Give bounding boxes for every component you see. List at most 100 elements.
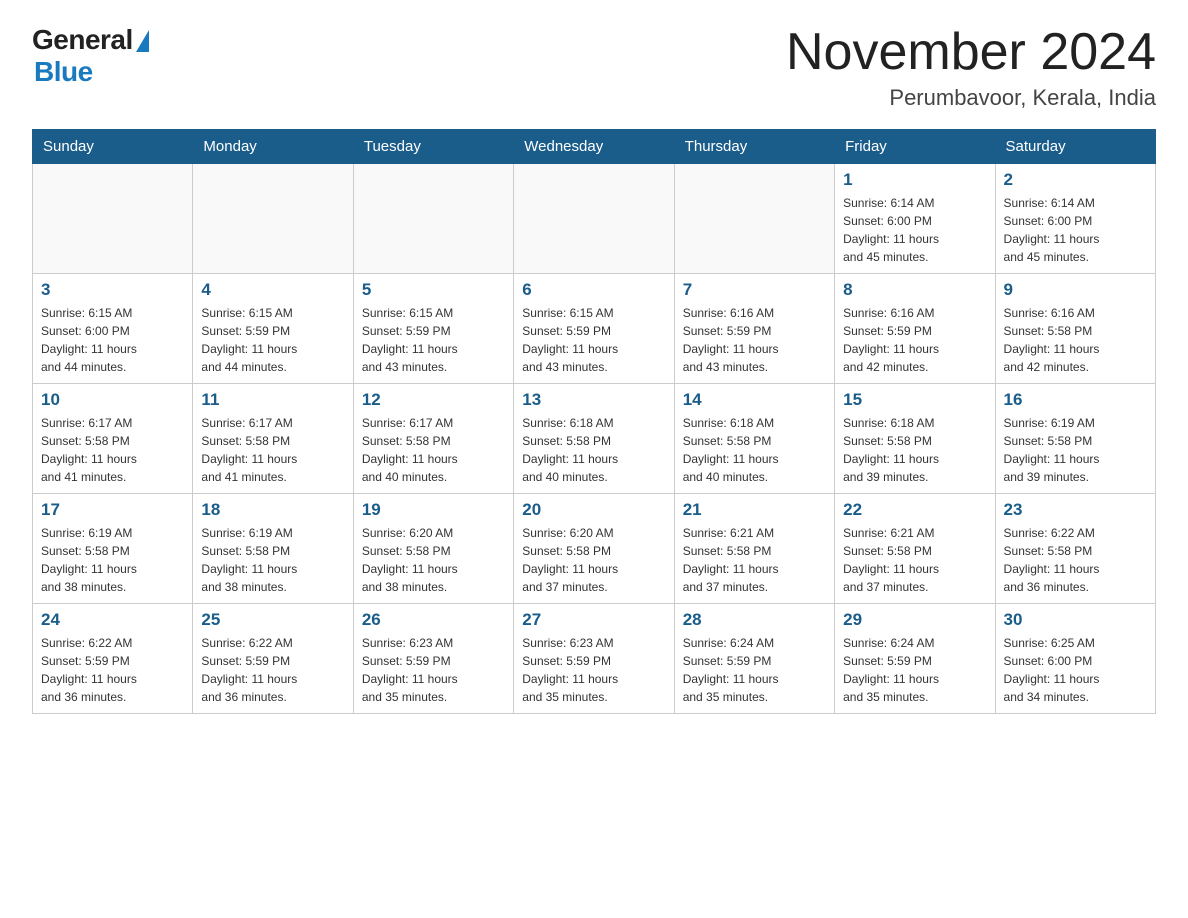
calendar-cell: 13 Sunrise: 6:18 AM Sunset: 5:58 PM Dayli… bbox=[514, 384, 674, 494]
calendar-cell: 19Sunrise: 6:20 AM Sunset: 5:58 PM Dayli… bbox=[353, 494, 513, 604]
calendar-cell: 2Sunrise: 6:14 AM Sunset: 6:00 PM Daylig… bbox=[995, 164, 1155, 274]
header-day-thursday: Thursday bbox=[674, 130, 834, 164]
day-info: Sunrise: 6:24 AM Sunset: 5:59 PM Dayligh… bbox=[843, 634, 986, 706]
calendar-cell: 27 Sunrise: 6:23 AM Sunset: 5:59 PM Dayli… bbox=[514, 604, 674, 714]
day-number: 29 bbox=[843, 610, 986, 630]
calendar-cell bbox=[674, 164, 834, 274]
day-info: Sunrise: 6:23 AM Sunset: 5:59 PM Dayligh… bbox=[522, 634, 665, 706]
calendar-cell: 25Sunrise: 6:22 AM Sunset: 5:59 PM Dayli… bbox=[193, 604, 353, 714]
day-number: 23 bbox=[1004, 500, 1147, 520]
logo: General Blue bbox=[32, 24, 149, 88]
day-info: Sunrise: 6:22 AM Sunset: 5:59 PM Dayligh… bbox=[41, 634, 184, 706]
day-number: 15 bbox=[843, 390, 986, 410]
day-number: 14 bbox=[683, 390, 826, 410]
day-info: Sunrise: 6:19 AM Sunset: 5:58 PM Dayligh… bbox=[41, 524, 184, 596]
day-number: 17 bbox=[41, 500, 184, 520]
logo-triangle-icon bbox=[136, 30, 149, 52]
day-number: 1 bbox=[843, 170, 986, 190]
calendar-cell: 17 Sunrise: 6:19 AM Sunset: 5:58 PM Dayli… bbox=[33, 494, 193, 604]
day-info: Sunrise: 6:20 AM Sunset: 5:58 PM Dayligh… bbox=[522, 524, 665, 596]
day-number: 5 bbox=[362, 280, 505, 300]
calendar-cell: 28 Sunrise: 6:24 AM Sunset: 5:59 PM Dayli… bbox=[674, 604, 834, 714]
day-number: 19 bbox=[362, 500, 505, 520]
day-number: 30 bbox=[1004, 610, 1147, 630]
day-info: Sunrise: 6:15 AM Sunset: 5:59 PM Dayligh… bbox=[362, 304, 505, 376]
day-info: Sunrise: 6:17 AM Sunset: 5:58 PM Dayligh… bbox=[201, 414, 344, 486]
calendar-cell: 3Sunrise: 6:15 AM Sunset: 6:00 PM Daylig… bbox=[33, 274, 193, 384]
header-day-wednesday: Wednesday bbox=[514, 130, 674, 164]
day-number: 12 bbox=[362, 390, 505, 410]
calendar-week-row: 1 Sunrise: 6:14 AM Sunset: 6:00 PM Daylig… bbox=[33, 164, 1156, 274]
calendar-table: SundayMondayTuesdayWednesdayThursdayFrid… bbox=[32, 129, 1156, 714]
day-number: 7 bbox=[683, 280, 826, 300]
calendar-cell: 29 Sunrise: 6:24 AM Sunset: 5:59 PM Dayli… bbox=[835, 604, 995, 714]
day-info: Sunrise: 6:16 AM Sunset: 5:58 PM Dayligh… bbox=[1004, 304, 1147, 376]
calendar-cell: 12Sunrise: 6:17 AM Sunset: 5:58 PM Dayli… bbox=[353, 384, 513, 494]
calendar-cell: 6Sunrise: 6:15 AM Sunset: 5:59 PM Daylig… bbox=[514, 274, 674, 384]
day-number: 8 bbox=[843, 280, 986, 300]
day-info: Sunrise: 6:23 AM Sunset: 5:59 PM Dayligh… bbox=[362, 634, 505, 706]
day-info: Sunrise: 6:16 AM Sunset: 5:59 PM Dayligh… bbox=[843, 304, 986, 376]
calendar-cell: 10Sunrise: 6:17 AM Sunset: 5:58 PM Dayli… bbox=[33, 384, 193, 494]
calendar-week-row: 3Sunrise: 6:15 AM Sunset: 6:00 PM Daylig… bbox=[33, 274, 1156, 384]
calendar-cell: 1 Sunrise: 6:14 AM Sunset: 6:00 PM Daylig… bbox=[835, 164, 995, 274]
day-number: 18 bbox=[201, 500, 344, 520]
day-number: 2 bbox=[1004, 170, 1147, 190]
calendar-header-row: SundayMondayTuesdayWednesdayThursdayFrid… bbox=[33, 130, 1156, 164]
calendar-cell: 4Sunrise: 6:15 AM Sunset: 5:59 PM Daylig… bbox=[193, 274, 353, 384]
calendar-week-row: 24 Sunrise: 6:22 AM Sunset: 5:59 PM Dayli… bbox=[33, 604, 1156, 714]
day-info: Sunrise: 6:19 AM Sunset: 5:58 PM Dayligh… bbox=[201, 524, 344, 596]
day-info: Sunrise: 6:15 AM Sunset: 5:59 PM Dayligh… bbox=[201, 304, 344, 376]
calendar-cell bbox=[514, 164, 674, 274]
day-number: 13 bbox=[522, 390, 665, 410]
page-header: General Blue November 2024 Perumbavoor, … bbox=[32, 24, 1156, 111]
day-info: Sunrise: 6:18 AM Sunset: 5:58 PM Dayligh… bbox=[522, 414, 665, 486]
logo-general-text: General bbox=[32, 24, 133, 56]
day-info: Sunrise: 6:16 AM Sunset: 5:59 PM Dayligh… bbox=[683, 304, 826, 376]
day-info: Sunrise: 6:14 AM Sunset: 6:00 PM Dayligh… bbox=[843, 194, 986, 266]
header-day-tuesday: Tuesday bbox=[353, 130, 513, 164]
calendar-cell bbox=[33, 164, 193, 274]
day-info: Sunrise: 6:21 AM Sunset: 5:58 PM Dayligh… bbox=[683, 524, 826, 596]
day-info: Sunrise: 6:15 AM Sunset: 6:00 PM Dayligh… bbox=[41, 304, 184, 376]
day-number: 24 bbox=[41, 610, 184, 630]
calendar-cell: 24 Sunrise: 6:22 AM Sunset: 5:59 PM Dayli… bbox=[33, 604, 193, 714]
calendar-cell: 5 Sunrise: 6:15 AM Sunset: 5:59 PM Daylig… bbox=[353, 274, 513, 384]
day-number: 26 bbox=[362, 610, 505, 630]
day-number: 28 bbox=[683, 610, 826, 630]
day-info: Sunrise: 6:18 AM Sunset: 5:58 PM Dayligh… bbox=[683, 414, 826, 486]
calendar-cell: 30 Sunrise: 6:25 AM Sunset: 6:00 PM Dayli… bbox=[995, 604, 1155, 714]
day-number: 11 bbox=[201, 390, 344, 410]
day-number: 10 bbox=[41, 390, 184, 410]
day-number: 9 bbox=[1004, 280, 1147, 300]
day-info: Sunrise: 6:24 AM Sunset: 5:59 PM Dayligh… bbox=[683, 634, 826, 706]
calendar-cell: 21Sunrise: 6:21 AM Sunset: 5:58 PM Dayli… bbox=[674, 494, 834, 604]
title-block: November 2024 Perumbavoor, Kerala, India bbox=[786, 24, 1156, 111]
header-day-sunday: Sunday bbox=[33, 130, 193, 164]
calendar-week-row: 10 Sunrise: 6:17 AM Sunset: 5:58 PM Dayli… bbox=[33, 384, 1156, 494]
day-number: 27 bbox=[522, 610, 665, 630]
day-info: Sunrise: 6:21 AM Sunset: 5:58 PM Dayligh… bbox=[843, 524, 986, 596]
header-day-saturday: Saturday bbox=[995, 130, 1155, 164]
calendar-cell: 8 Sunrise: 6:16 AM Sunset: 5:59 PM Daylig… bbox=[835, 274, 995, 384]
calendar-cell: 20Sunrise: 6:20 AM Sunset: 5:58 PM Dayli… bbox=[514, 494, 674, 604]
day-number: 22 bbox=[843, 500, 986, 520]
day-info: Sunrise: 6:18 AM Sunset: 5:58 PM Dayligh… bbox=[843, 414, 986, 486]
day-number: 25 bbox=[201, 610, 344, 630]
calendar-cell: 15 Sunrise: 6:18 AM Sunset: 5:58 PM Dayli… bbox=[835, 384, 995, 494]
calendar-cell: 7 Sunrise: 6:16 AM Sunset: 5:59 PM Daylig… bbox=[674, 274, 834, 384]
day-info: Sunrise: 6:19 AM Sunset: 5:58 PM Dayligh… bbox=[1004, 414, 1147, 486]
month-year-title: November 2024 bbox=[786, 24, 1156, 81]
day-info: Sunrise: 6:25 AM Sunset: 6:00 PM Dayligh… bbox=[1004, 634, 1147, 706]
header-day-friday: Friday bbox=[835, 130, 995, 164]
calendar-cell bbox=[353, 164, 513, 274]
calendar-cell: 23Sunrise: 6:22 AM Sunset: 5:58 PM Dayli… bbox=[995, 494, 1155, 604]
day-info: Sunrise: 6:15 AM Sunset: 5:59 PM Dayligh… bbox=[522, 304, 665, 376]
calendar-week-row: 17 Sunrise: 6:19 AM Sunset: 5:58 PM Dayli… bbox=[33, 494, 1156, 604]
calendar-cell bbox=[193, 164, 353, 274]
header-day-monday: Monday bbox=[193, 130, 353, 164]
calendar-cell: 16Sunrise: 6:19 AM Sunset: 5:58 PM Dayli… bbox=[995, 384, 1155, 494]
calendar-cell: 14 Sunrise: 6:18 AM Sunset: 5:58 PM Dayli… bbox=[674, 384, 834, 494]
calendar-cell: 26 Sunrise: 6:23 AM Sunset: 5:59 PM Dayli… bbox=[353, 604, 513, 714]
location-subtitle: Perumbavoor, Kerala, India bbox=[786, 85, 1156, 111]
